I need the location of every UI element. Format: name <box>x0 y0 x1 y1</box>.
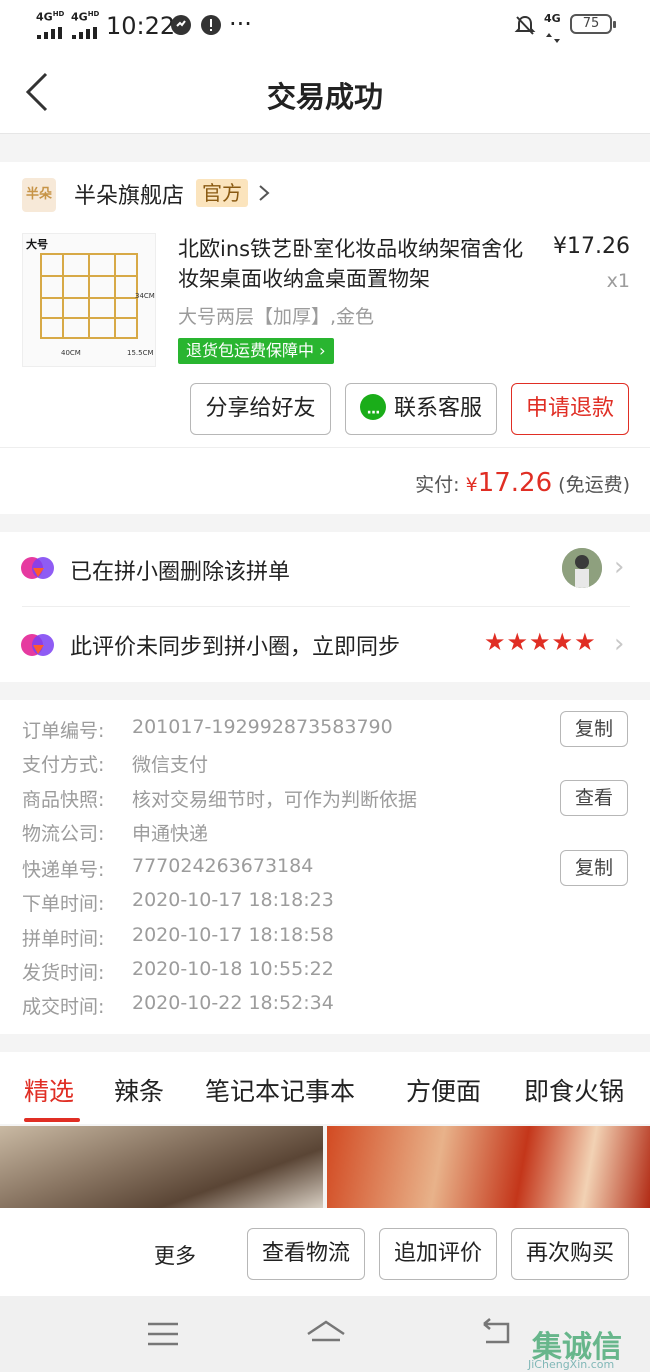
chevron-right-icon[interactable] <box>258 184 270 206</box>
rating-stars: ★★★★★ <box>484 628 597 656</box>
pin-circle-icon <box>21 634 54 656</box>
battery-icon: 75 <box>570 14 616 34</box>
shelf-image <box>40 253 138 339</box>
deal-time-label: 成交时间: <box>22 996 105 1018</box>
chevron-right-icon: › <box>614 629 625 659</box>
copy-tracking-number-button[interactable]: 复制 <box>560 850 628 886</box>
thumb-width-dim: 40CM <box>61 349 81 357</box>
pin-circle-deleted-text: 已在拼小圈删除该拼单 <box>70 560 291 585</box>
chevron-right-icon: › <box>614 552 625 582</box>
tab-featured[interactable]: 精选 <box>24 1072 74 1108</box>
payment-method-label: 支付方式: <box>22 754 105 776</box>
mute-bell-icon <box>514 14 536 40</box>
avatar <box>562 548 602 588</box>
order-time-label: 下单时间: <box>22 893 105 915</box>
data-arrows-icon <box>546 28 560 47</box>
network-indicator-1: 4GHD <box>36 10 65 24</box>
review-sync-text: 此评价未同步到拼小圈，立即同步 <box>70 635 401 660</box>
snapshot-value: 核对交易细节时，可作为判断依据 <box>132 789 418 811</box>
product-quantity: x1 <box>606 270 630 292</box>
signal-icon-1 <box>37 24 63 43</box>
menu-icon[interactable] <box>146 1320 180 1352</box>
thumb-height-dim: 34CM <box>135 292 155 300</box>
divider <box>0 447 650 448</box>
buy-again-button[interactable]: 再次购买 <box>511 1228 629 1280</box>
view-logistics-button[interactable]: 查看物流 <box>247 1228 365 1280</box>
deal-time-value: 2020-10-22 18:52:34 <box>132 992 334 1014</box>
thumb-depth-dim: 15.5CM <box>127 349 154 357</box>
watermark-url: JiChengXin.com <box>528 1358 615 1371</box>
recommended-product-image[interactable] <box>327 1126 650 1208</box>
ship-time-label: 发货时间: <box>22 962 105 984</box>
network-indicator-2: 4GHD <box>71 10 100 24</box>
home-icon[interactable] <box>304 1318 348 1352</box>
ship-time-value: 2020-10-18 10:55:22 <box>132 958 334 980</box>
contact-service-button[interactable]: 联系客服 <box>345 383 497 438</box>
product-title[interactable]: 北欧ins铁艺卧室化妆品收纳架宿舍化妆架桌面收纳盒桌面置物架 <box>178 234 528 294</box>
add-review-button[interactable]: 追加评价 <box>379 1228 497 1280</box>
tab-spicy-strips[interactable]: 辣条 <box>114 1072 164 1108</box>
pin-circle-row-deleted[interactable]: 已在拼小圈删除该拼单 › <box>0 532 650 606</box>
pin-circle-row-sync[interactable]: 此评价未同步到拼小圈，立即同步 ★★★★★ › <box>0 607 650 682</box>
tab-notebooks[interactable]: 笔记本记事本 <box>205 1072 355 1108</box>
official-badge: 官方 <box>196 179 248 207</box>
shipping-note: (免运费) <box>558 474 630 496</box>
payment-summary: 实付: ¥17.26 (免运费) <box>415 468 630 498</box>
tracking-number-label: 快递单号: <box>22 859 105 881</box>
signal-icon-2 <box>72 24 98 43</box>
group-time-label: 拼单时间: <box>22 928 105 950</box>
product-spec: 大号两层【加厚】,金色 <box>178 306 375 328</box>
order-number-label: 订单编号: <box>22 720 105 742</box>
group-time-value: 2020-10-17 18:18:58 <box>132 924 334 946</box>
chat-bubble-icon <box>359 388 386 438</box>
page-title: 交易成功 <box>266 80 383 114</box>
clock: 10:22 <box>106 12 176 40</box>
paid-label: 实付: <box>415 474 460 496</box>
refund-button[interactable]: 申请退款 <box>511 383 629 435</box>
network-indicator-right: 4G <box>544 12 561 25</box>
app-notification-icon <box>171 15 191 39</box>
order-number-value: 201017-192992873583790 <box>132 716 393 738</box>
back-icon[interactable] <box>478 1318 514 1352</box>
page-header: 交易成功 <box>0 52 650 134</box>
copy-order-number-button[interactable]: 复制 <box>560 711 628 747</box>
alert-icon <box>201 15 221 39</box>
guarantee-label: 退货包运费保障中 <box>186 341 315 360</box>
more-notifications-icon: ··· <box>229 10 252 38</box>
store-logo[interactable]: 半朵 <box>22 178 56 212</box>
store-name[interactable]: 半朵旗舰店 <box>74 178 184 210</box>
tab-instant-noodles[interactable]: 方便面 <box>406 1072 481 1108</box>
product-thumbnail[interactable]: 大号 34CM 40CM 15.5CM <box>22 233 156 367</box>
share-button[interactable]: 分享给好友 <box>190 383 331 435</box>
recommended-product-image[interactable] <box>0 1126 323 1208</box>
product-price: ¥17.26 <box>553 234 630 259</box>
more-button[interactable]: 更多 <box>154 1240 196 1270</box>
paid-currency: ¥ <box>465 474 478 496</box>
status-bar: 4GHD 4GHD 10:22 ··· 4G 75 <box>0 0 650 52</box>
tab-instant-hotpot[interactable]: 即食火锅 <box>524 1072 624 1108</box>
chevron-right-icon: › <box>314 341 326 360</box>
paid-amount: 17.26 <box>477 468 553 498</box>
active-tab-indicator <box>24 1118 80 1122</box>
view-snapshot-button[interactable]: 查看 <box>560 780 628 816</box>
courier-value: 申通快递 <box>132 823 209 845</box>
payment-method-value: 微信支付 <box>132 754 209 776</box>
pin-circle-icon <box>21 557 54 579</box>
return-guarantee-badge[interactable]: 退货包运费保障中 › <box>178 338 334 364</box>
order-time-value: 2020-10-17 18:18:23 <box>132 889 334 911</box>
courier-label: 物流公司: <box>22 823 105 845</box>
snapshot-label: 商品快照: <box>22 789 105 811</box>
tracking-number-value: 777024263673184 <box>132 855 314 877</box>
contact-service-label: 联系客服 <box>393 396 482 421</box>
category-tabs: 精选 辣条 笔记本记事本 方便面 即食火锅 <box>0 1052 650 1124</box>
